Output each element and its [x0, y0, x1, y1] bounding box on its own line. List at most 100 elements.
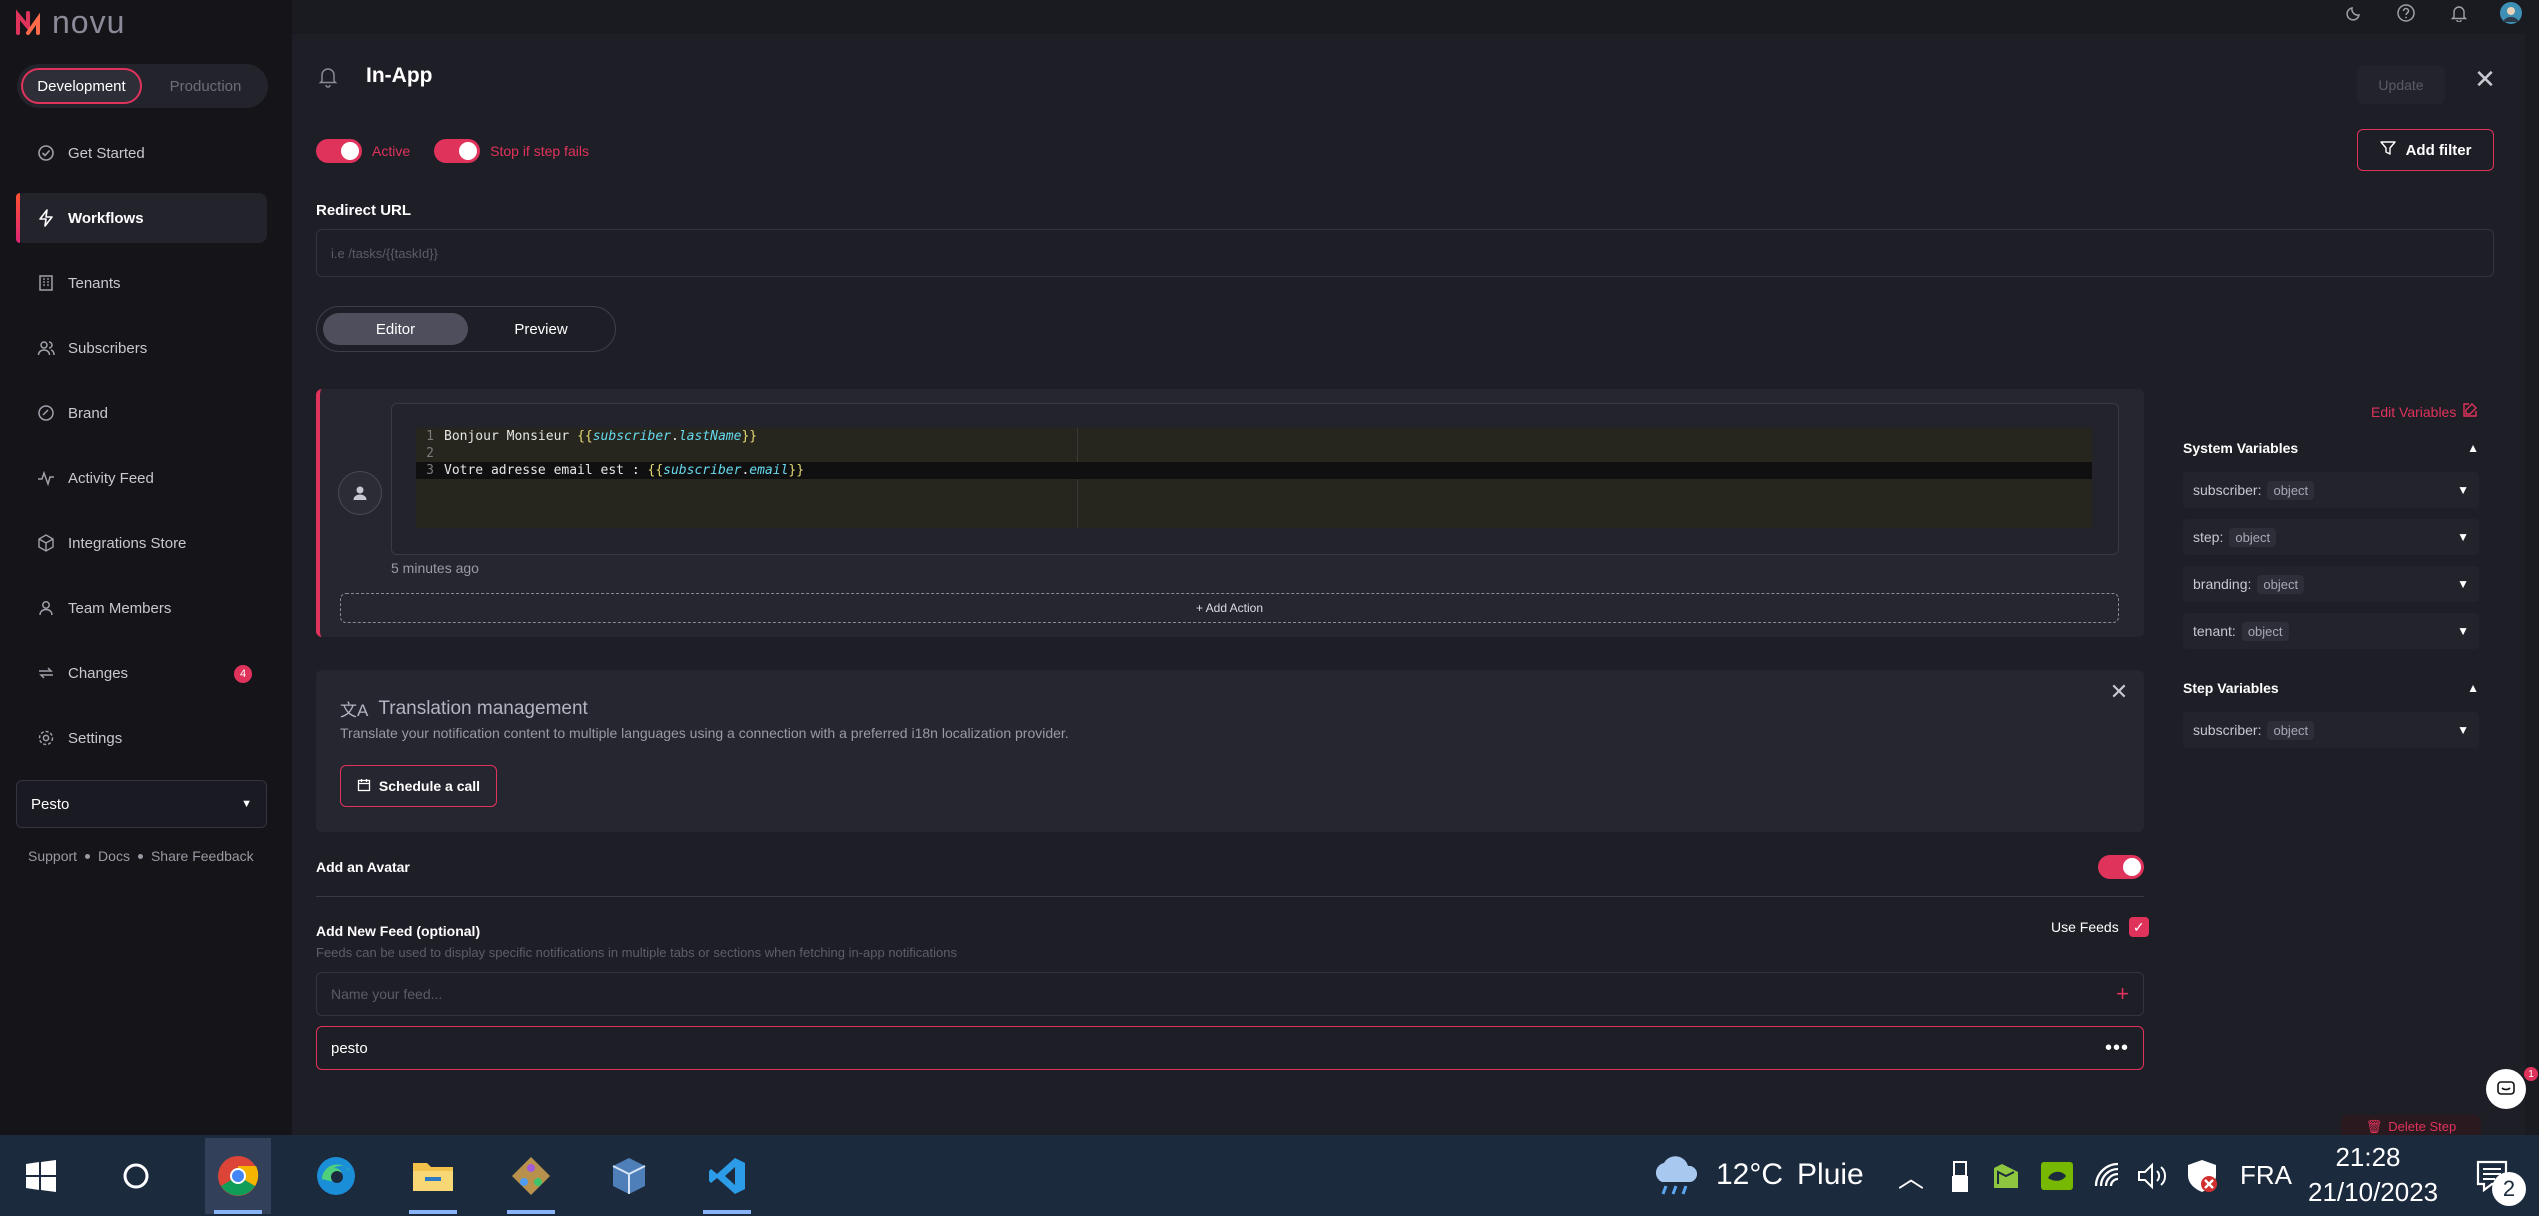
- virtualbox-taskbar-icon[interactable]: [596, 1138, 662, 1214]
- trash-icon: 🗑: [2365, 1119, 2383, 1134]
- novu-logo-icon: [16, 8, 40, 35]
- sidebar-item-label: Activity Feed: [68, 469, 154, 487]
- input-language[interactable]: FRA: [2240, 1160, 2292, 1191]
- dev-tool-icon[interactable]: [1990, 1160, 2022, 1197]
- sidebar-item-label: Team Members: [68, 599, 172, 617]
- git-client-taskbar-icon[interactable]: [498, 1138, 564, 1214]
- close-icon[interactable]: ✕: [2107, 679, 2131, 704]
- edge-taskbar-icon[interactable]: [303, 1138, 369, 1214]
- translate-icon: 文A: [340, 701, 369, 720]
- sidebar-item-label: Workflows: [68, 209, 144, 227]
- avatar-placeholder[interactable]: [338, 471, 382, 515]
- separator-dot: [137, 853, 143, 859]
- env-development-button[interactable]: Development: [21, 68, 142, 104]
- swap-icon: [36, 663, 56, 683]
- top-header: [292, 0, 2539, 34]
- close-icon[interactable]: ✕: [2472, 64, 2498, 94]
- sidebar-item-workflows[interactable]: Workflows: [16, 193, 267, 243]
- feedback-link[interactable]: Share Feedback: [151, 848, 254, 864]
- edit-variables-link[interactable]: Edit Variables: [2371, 402, 2478, 421]
- add-avatar-label: Add an Avatar: [316, 859, 410, 875]
- update-button[interactable]: Update: [2357, 66, 2445, 104]
- code-line-1: 1 Bonjour Monsieur {{subscriber. lastName…: [426, 429, 758, 444]
- bell-icon: [316, 64, 340, 88]
- chrome-taskbar-icon[interactable]: [205, 1138, 271, 1214]
- add-filter-button[interactable]: Add filter: [2357, 129, 2494, 171]
- variable-row[interactable]: subscriber: object ▼: [2183, 712, 2479, 748]
- weather-widget[interactable]: 12°C Pluie: [1650, 1152, 1864, 1198]
- active-switch[interactable]: [316, 139, 362, 163]
- usb-icon[interactable]: [1950, 1160, 1970, 1199]
- nvidia-icon[interactable]: [2040, 1160, 2074, 1197]
- windows-start-icon[interactable]: [8, 1138, 74, 1214]
- code-editor[interactable]: 1 Bonjour Monsieur {{subscriber. lastName…: [416, 428, 2092, 528]
- file-explorer-taskbar-icon[interactable]: [400, 1138, 466, 1214]
- use-feeds-control[interactable]: Use Feeds ✓: [2051, 917, 2149, 937]
- volume-icon[interactable]: [2136, 1160, 2170, 1197]
- vscode-taskbar-icon[interactable]: [694, 1138, 760, 1214]
- variable-row[interactable]: branding: object ▼: [2183, 566, 2479, 602]
- clock-date: 21/10/2023: [2308, 1177, 2439, 1207]
- delete-step-button[interactable]: 🗑 Delete Step: [2341, 1115, 2481, 1135]
- variable-row[interactable]: tenant: object ▼: [2183, 613, 2479, 649]
- variable-row[interactable]: step: object ▼: [2183, 519, 2479, 555]
- system-variables-header[interactable]: System Variables ▲: [2183, 440, 2479, 456]
- more-options-icon[interactable]: •••: [2105, 1037, 2129, 1060]
- user-icon: [353, 486, 367, 500]
- add-feed-description: Feeds can be used to display specific no…: [316, 945, 957, 960]
- chevron-up-icon[interactable]: ︿: [1898, 1158, 1924, 1195]
- support-link[interactable]: Support: [28, 848, 77, 864]
- stop-if-fails-switch[interactable]: [434, 139, 481, 163]
- schedule-call-button[interactable]: Schedule a call: [340, 765, 497, 807]
- wifi-icon[interactable]: [2092, 1160, 2124, 1197]
- sidebar-item-settings[interactable]: Settings: [16, 713, 267, 763]
- help-icon[interactable]: [2393, 0, 2419, 26]
- sidebar-item-team-members[interactable]: Team Members: [16, 583, 267, 633]
- docs-link[interactable]: Docs: [98, 848, 130, 864]
- logo[interactable]: novu: [14, 4, 125, 41]
- avatar[interactable]: [2498, 0, 2524, 26]
- redirect-url-input[interactable]: i.e /tasks/{{taskId}}: [316, 229, 2494, 277]
- sidebar-item-activity-feed[interactable]: Activity Feed: [16, 453, 267, 503]
- system-clock[interactable]: 21:28 21/10/2023: [2308, 1142, 2439, 1208]
- use-feeds-label: Use Feeds: [2051, 919, 2119, 935]
- sidebar-item-get-started[interactable]: Get Started: [16, 128, 267, 178]
- redirect-url-label: Redirect URL: [316, 202, 412, 219]
- weather-temperature: 12°C: [1716, 1158, 1784, 1191]
- moon-icon[interactable]: [2341, 0, 2367, 26]
- scrollbar[interactable]: [2525, 34, 2539, 1135]
- env-production-button[interactable]: Production: [148, 68, 263, 104]
- last-edited-timestamp: 5 minutes ago: [391, 560, 479, 576]
- separator-dot: [85, 853, 91, 859]
- plus-icon[interactable]: +: [2116, 981, 2129, 1007]
- check-circle-icon: [36, 143, 56, 163]
- add-avatar-switch[interactable]: [2098, 855, 2144, 879]
- organization-select[interactable]: Pesto ▼: [16, 780, 267, 828]
- calendar-icon: [357, 778, 371, 795]
- sidebar-item-label: Changes: [68, 664, 129, 682]
- filter-icon: [2379, 140, 2396, 160]
- variable-row[interactable]: subscriber: object ▼: [2183, 472, 2479, 508]
- tab-editor[interactable]: Editor: [323, 313, 468, 345]
- sidebar-item-brand[interactable]: Brand: [16, 388, 267, 438]
- sidebar-item-integrations-store[interactable]: Integrations Store: [16, 518, 267, 568]
- sidebar-item-label: Brand: [68, 404, 109, 422]
- sidebar-item-subscribers[interactable]: Subscribers: [16, 323, 267, 373]
- gear-icon: [36, 728, 56, 748]
- cortana-search-icon[interactable]: [103, 1138, 169, 1214]
- use-feeds-checkbox[interactable]: ✓: [2128, 917, 2149, 937]
- caret-down-icon: ▼: [2457, 483, 2469, 497]
- feed-name-input[interactable]: Name your feed... +: [316, 972, 2144, 1016]
- feed-item[interactable]: pesto •••: [316, 1026, 2144, 1070]
- sidebar-item-tenants[interactable]: Tenants: [16, 258, 267, 308]
- sidebar-item-changes[interactable]: Changes 4: [16, 648, 267, 698]
- clock-time: 21:28: [2335, 1142, 2401, 1172]
- add-action-button[interactable]: + Add Action: [340, 593, 2119, 623]
- sidebar-item-label: Tenants: [68, 274, 121, 292]
- chat-support-icon[interactable]: [2486, 1069, 2526, 1109]
- step-variables-header[interactable]: Step Variables ▲: [2183, 680, 2479, 696]
- security-shield-icon[interactable]: [2186, 1158, 2218, 1199]
- tab-preview[interactable]: Preview: [472, 313, 610, 345]
- sidebar-item-label: Get Started: [68, 144, 145, 162]
- bell-icon[interactable]: [2446, 0, 2472, 26]
